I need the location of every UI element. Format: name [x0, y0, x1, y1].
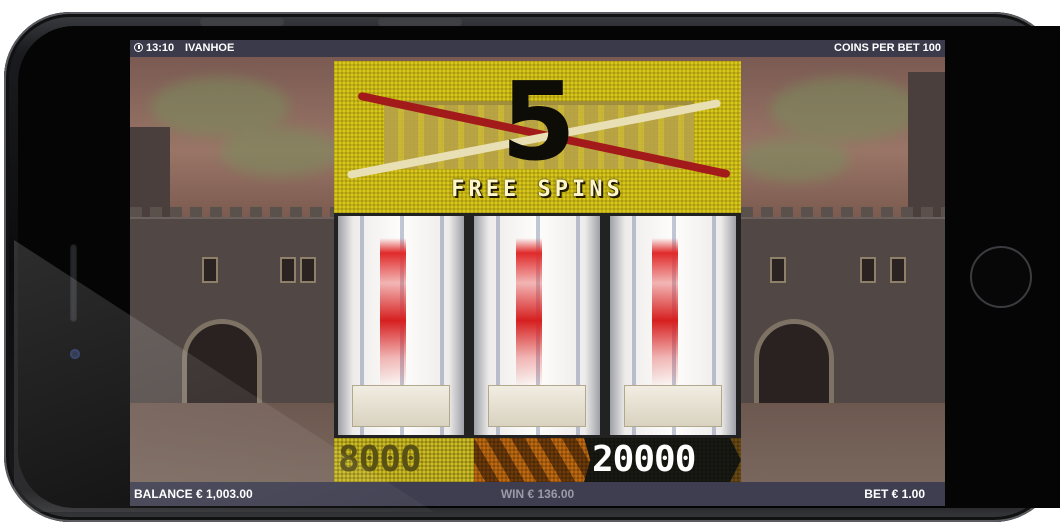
- reel-1: [338, 216, 464, 435]
- home-button[interactable]: [970, 246, 1032, 308]
- status-bar: 13:10 IVANHOE COINS PER BET 100: [130, 40, 945, 57]
- prize-bar: 8000 20000: [334, 438, 741, 482]
- high-prize-value: 20000: [592, 439, 696, 480]
- game-title: IVANHOE: [185, 42, 235, 54]
- reel-symbol: [624, 385, 722, 427]
- coins-per-bet: COINS PER BET 100: [834, 42, 941, 54]
- reel-2: [474, 216, 600, 435]
- reel-symbol-blur: [516, 238, 542, 388]
- slot-machine: 5 FREE SPINS 8000 20000: [334, 61, 741, 482]
- speaker-grille: [70, 244, 77, 322]
- reels-area: [334, 213, 741, 438]
- reel-symbol: [488, 385, 586, 427]
- win-display: WIN € 136.00: [500, 487, 575, 501]
- info-bar: BALANCE € 1,003.00 WIN € 136.00 BET € 1.…: [130, 482, 945, 506]
- free-spins-marquee: 5 FREE SPINS: [334, 61, 741, 213]
- bet-display[interactable]: BET € 1.00: [864, 487, 925, 501]
- reel-3: [610, 216, 736, 435]
- free-spins-label: FREE SPINS: [451, 177, 624, 202]
- free-spins-count: 5: [500, 61, 576, 185]
- reel-symbol: [352, 385, 450, 427]
- front-camera: [70, 349, 80, 359]
- reel-symbol-blur: [652, 238, 678, 388]
- clock-time: 13:10: [146, 42, 175, 54]
- volume-button: [378, 18, 462, 26]
- clock-icon: [134, 43, 143, 52]
- reel-symbol-blur: [380, 238, 406, 388]
- game-screen: 13:10 IVANHOE COINS PER BET 100 5 FREE S…: [130, 40, 945, 506]
- volume-button: [200, 18, 284, 26]
- low-prize-value: 8000: [338, 439, 422, 480]
